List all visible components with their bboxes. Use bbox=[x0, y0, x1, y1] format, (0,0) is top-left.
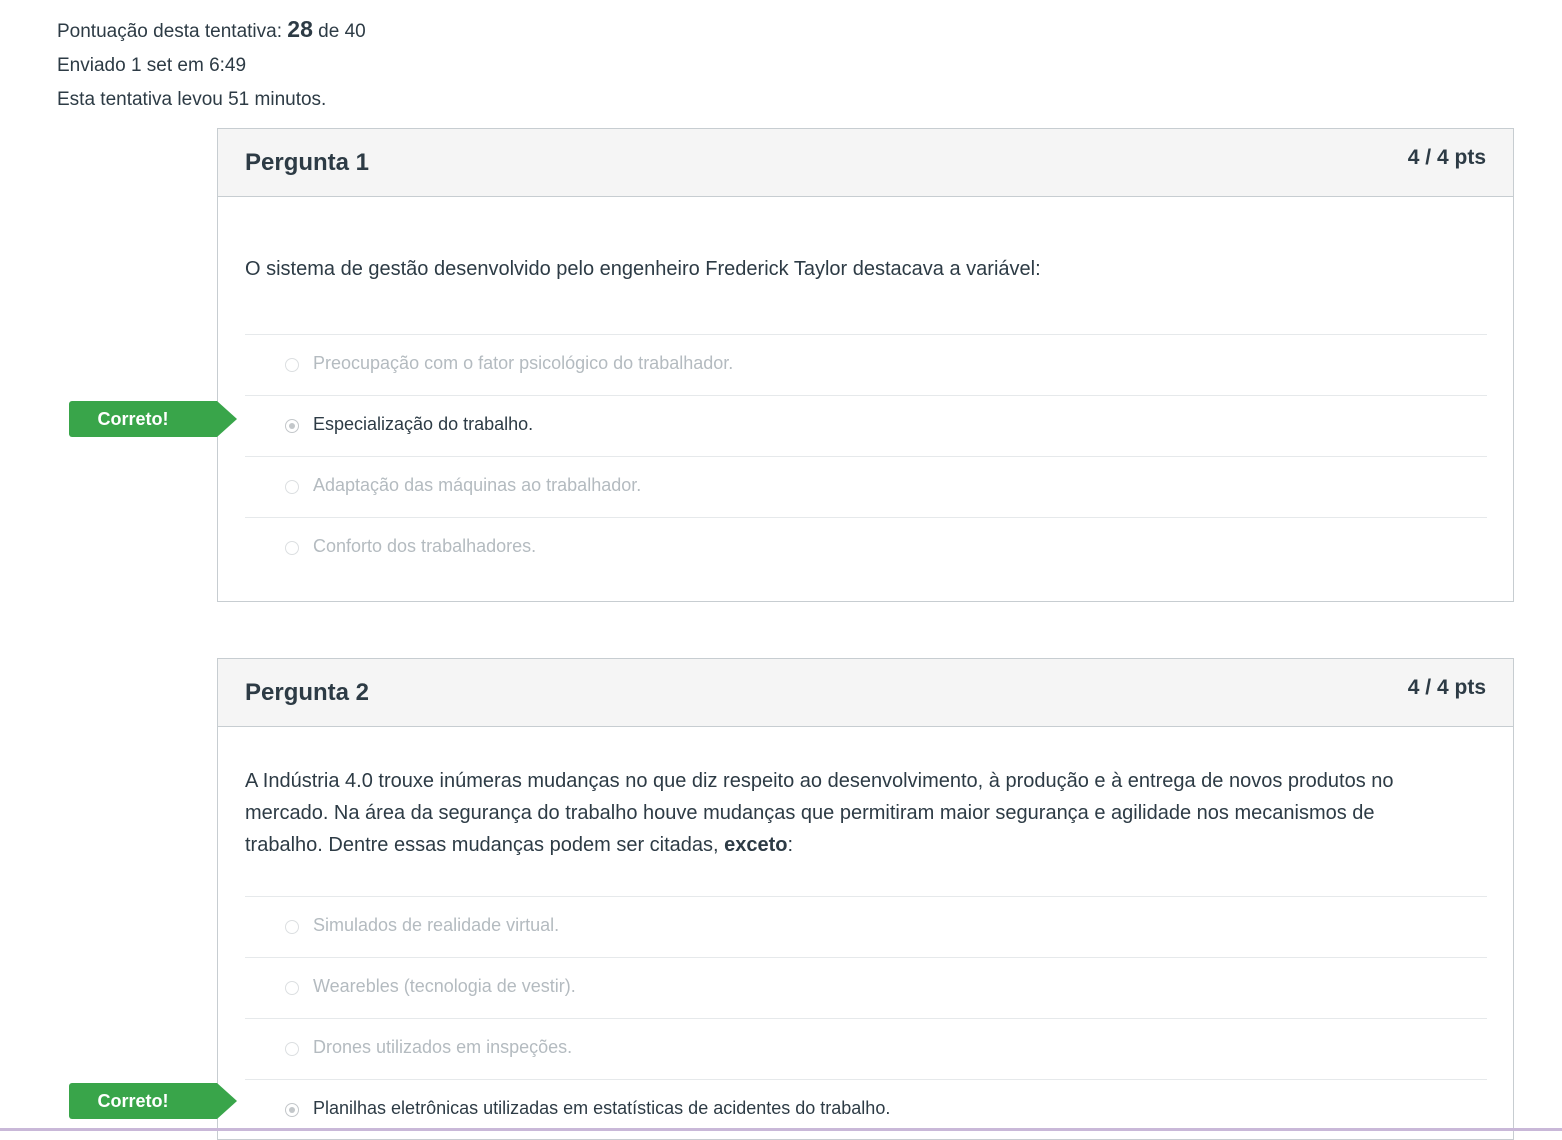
attempt-duration: Esta tentativa levou 51 minutos. bbox=[57, 89, 327, 110]
answer-option[interactable]: Simulados de realidade virtual. bbox=[245, 896, 1487, 957]
answer-option[interactable]: Drones utilizados em inspeções. bbox=[245, 1018, 1487, 1079]
answer-label: Adaptação das máquinas ao trabalhador. bbox=[313, 475, 642, 495]
question-text-end: : bbox=[787, 834, 794, 856]
question-1: Pergunta 1 4 / 4 pts O sistema de gestão… bbox=[217, 128, 1514, 602]
score-line: Pontuação desta tentativa: 28 de 40 bbox=[57, 12, 366, 49]
question-2: Pergunta 2 4 / 4 pts A Indústria 4.0 tro… bbox=[217, 658, 1514, 1140]
radio-button[interactable] bbox=[285, 1042, 299, 1056]
radio-button-checked[interactable] bbox=[285, 1103, 299, 1117]
answer-label: Planilhas eletrônicas utilizadas em esta… bbox=[313, 1098, 891, 1118]
question-header: Pergunta 2 4 / 4 pts bbox=[218, 659, 1513, 727]
question-text-main: A Indústria 4.0 trouxe inúmeras mudanças… bbox=[245, 770, 1394, 856]
question-title: Pergunta 2 bbox=[245, 679, 370, 706]
radio-button[interactable] bbox=[285, 480, 299, 494]
answer-list: Simulados de realidade virtual. Weareble… bbox=[245, 896, 1487, 1140]
question-text: O sistema de gestão desenvolvido pelo en… bbox=[245, 258, 1041, 280]
score-value: 28 bbox=[287, 16, 313, 42]
radio-button-checked[interactable] bbox=[285, 419, 299, 433]
correct-answer-flag: Correto! bbox=[69, 1083, 237, 1119]
answer-label: Conforto dos trabalhadores. bbox=[313, 536, 537, 556]
question-text: A Indústria 4.0 trouxe inúmeras mudanças… bbox=[245, 765, 1453, 861]
answer-label: Wearebles (tecnologia de vestir). bbox=[313, 976, 576, 996]
answer-label: Drones utilizados em inspeções. bbox=[313, 1037, 573, 1057]
radio-button[interactable] bbox=[285, 541, 299, 555]
answer-option[interactable]: Wearebles (tecnologia de vestir). bbox=[245, 957, 1487, 1018]
radio-button[interactable] bbox=[285, 981, 299, 995]
question-title: Pergunta 1 bbox=[245, 149, 370, 176]
answer-option[interactable]: Conforto dos trabalhadores. bbox=[245, 517, 1487, 578]
answer-label: Preocupação com o fator psicológico do t… bbox=[313, 353, 734, 373]
answer-label: Simulados de realidade virtual. bbox=[313, 915, 560, 935]
answer-list: Preocupação com o fator psicológico do t… bbox=[245, 334, 1487, 578]
attempt-summary: Pontuação desta tentativa: 28 de 40 Envi… bbox=[57, 12, 366, 117]
radio-button[interactable] bbox=[285, 358, 299, 372]
score-label: Pontuação desta tentativa: bbox=[57, 21, 282, 42]
correct-answer-flag: Correto! bbox=[69, 401, 237, 437]
question-header: Pergunta 1 4 / 4 pts bbox=[218, 129, 1513, 197]
question-points: 4 / 4 pts bbox=[1407, 676, 1486, 699]
answer-option[interactable]: Adaptação das máquinas ao trabalhador. bbox=[245, 456, 1487, 517]
score-total: de 40 bbox=[318, 21, 366, 42]
radio-button[interactable] bbox=[285, 920, 299, 934]
question-text-emphasis: exceto bbox=[724, 834, 788, 856]
question-points: 4 / 4 pts bbox=[1407, 146, 1486, 169]
answer-option[interactable]: Preocupação com o fator psicológico do t… bbox=[245, 334, 1487, 395]
answer-option-selected[interactable]: Especialização do trabalho. bbox=[245, 395, 1487, 456]
submitted-date: Enviado 1 set em 6:49 bbox=[57, 55, 247, 76]
answer-label: Especialização do trabalho. bbox=[313, 414, 534, 434]
